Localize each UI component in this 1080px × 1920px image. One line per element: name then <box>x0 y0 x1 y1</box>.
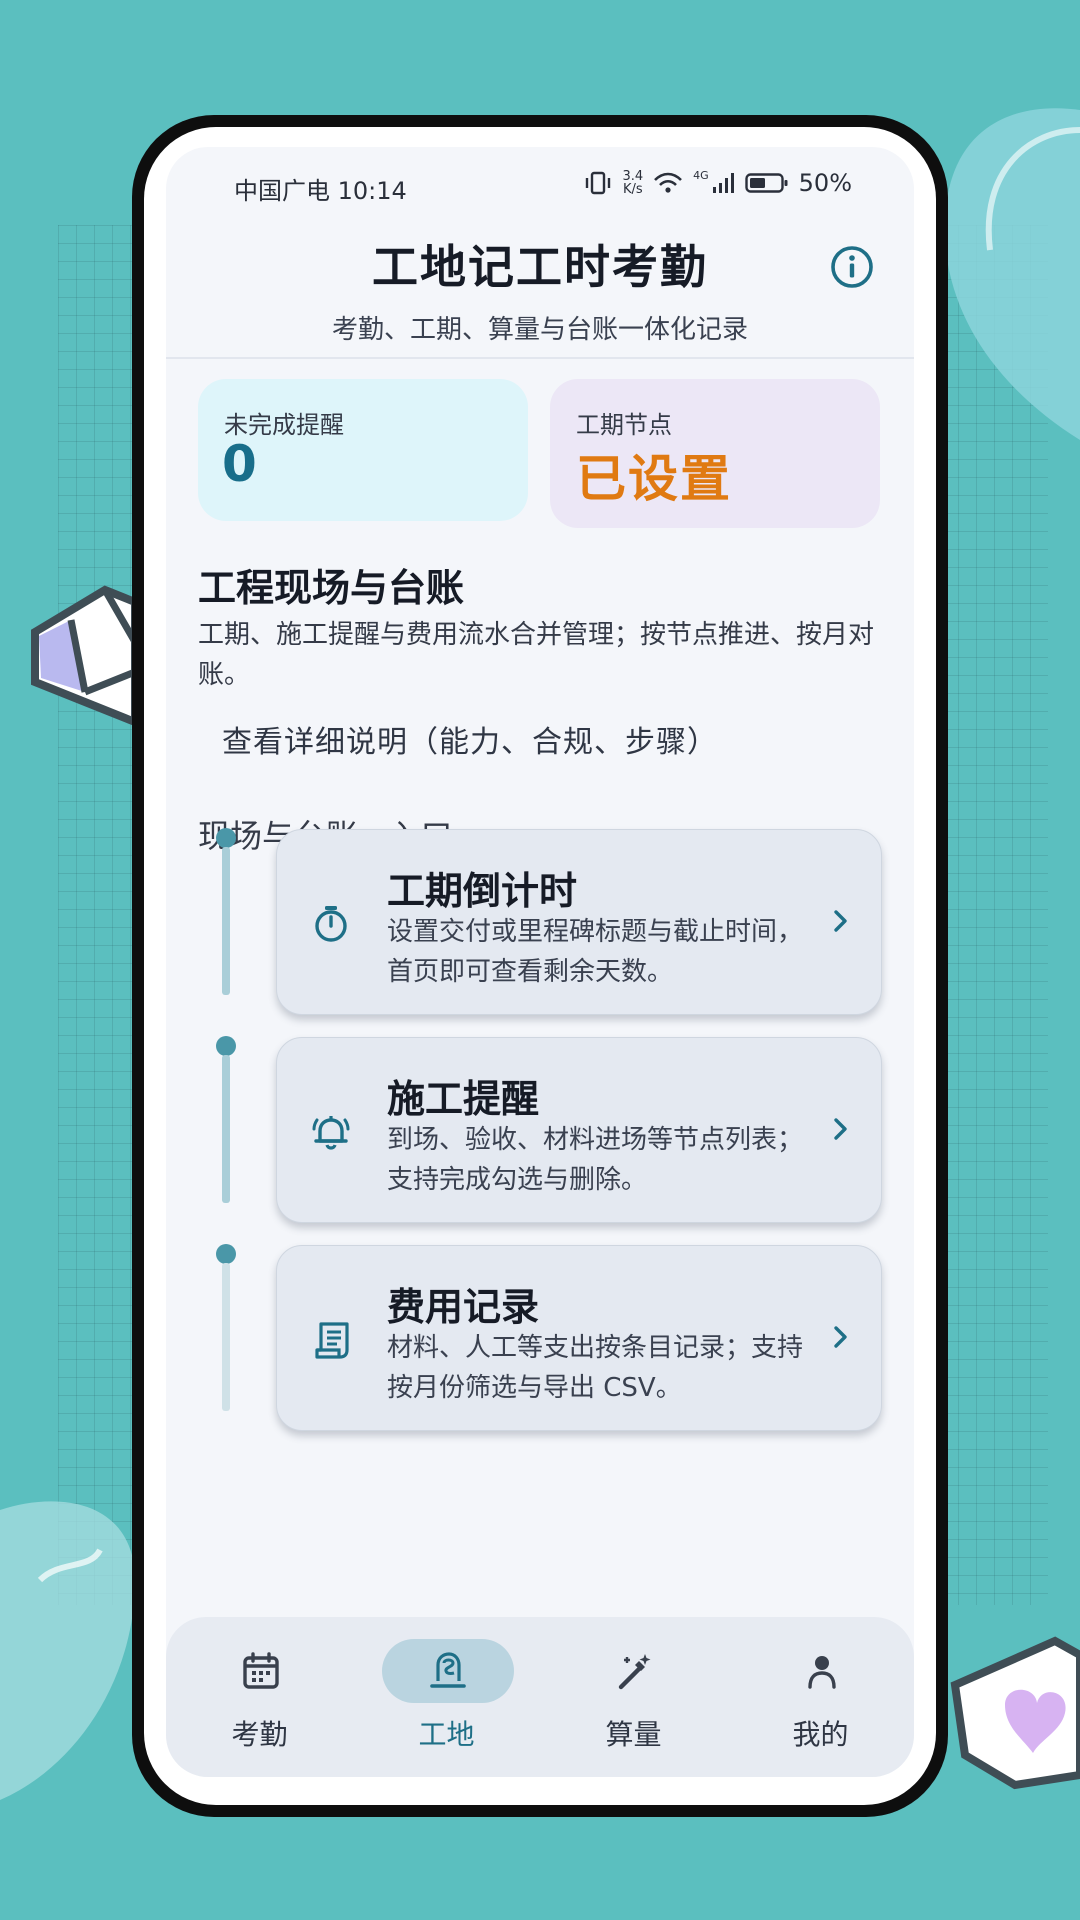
chevron-right-icon <box>834 910 847 932</box>
milestone-status-card[interactable]: 工期节点 已设置 <box>550 379 880 528</box>
stat-label: 工期节点 <box>576 411 672 439</box>
heart-bubble-decoration-left <box>0 1501 136 1800</box>
section-description: 工期、施工提醒与费用流水合并管理；按节点推进、按月对账。 <box>198 620 875 690</box>
phone-frame: 中国广电 10:14 3.4 K/s 4G 50% 工地记工时考勤 考勤、工期、… <box>132 115 948 1817</box>
entry-card-expense-records[interactable]: 费用记录 材料、人工等支出按条目记录；支持按月份筛选与导出 CSV。 <box>276 1245 882 1431</box>
vibrate-icon <box>586 171 611 195</box>
nav-tab-profile[interactable]: 我的 <box>727 1617 914 1777</box>
app-subtitle: 考勤、工期、算量与台账一体化记录 <box>331 315 748 345</box>
nav-label: 工地 <box>418 1718 475 1751</box>
calendar-icon <box>243 1652 279 1689</box>
timeline-line <box>222 1055 230 1203</box>
timeline-dot <box>216 1036 236 1056</box>
phone-bezel: 中国广电 10:14 3.4 K/s 4G 50% 工地记工时考勤 考勤、工期、… <box>144 127 936 1805</box>
bell-icon <box>312 1116 350 1150</box>
signal-icon <box>712 173 734 193</box>
entry-description: 设置交付或里程碑标题与截止时间，首页即可查看剩余天数。 <box>387 917 804 987</box>
entry-description: 到场、验收、材料进场等节点列表；支持完成勾选与删除。 <box>387 1125 804 1195</box>
timeline-dot <box>216 1244 236 1264</box>
entry-title: 工期倒计时 <box>387 869 578 913</box>
timeline-dot <box>216 828 236 848</box>
stat-value: 已设置 <box>576 450 732 508</box>
chevron-right-icon <box>834 1326 847 1348</box>
timer-icon <box>315 906 347 942</box>
view-details-link[interactable]: 查看详细说明（能力、合规、步骤） <box>222 717 718 761</box>
timeline-line <box>222 1263 230 1411</box>
photo-heart-decoration <box>950 1636 1080 1790</box>
bottom-navigation: 考勤 工地 算量 我的 <box>166 1617 914 1777</box>
nav-label: 算量 <box>605 1718 662 1751</box>
receipt-icon <box>315 1322 349 1359</box>
network-speed: 3.4 K/s <box>622 169 644 197</box>
nav-label: 考勤 <box>231 1718 288 1751</box>
entry-description: 材料、人工等支出按条目记录；支持按月份筛选与导出 CSV。 <box>387 1333 804 1403</box>
chevron-right-icon <box>834 1118 847 1140</box>
helmet-icon <box>430 1652 466 1688</box>
entry-title: 施工提醒 <box>387 1077 540 1121</box>
info-icon[interactable] <box>829 244 875 290</box>
person-icon <box>808 1656 836 1689</box>
app-screen: 中国广电 10:14 3.4 K/s 4G 50% 工地记工时考勤 考勤、工期、… <box>166 147 914 1777</box>
battery-level: 50% <box>798 169 852 197</box>
nav-tab-site[interactable]: 工地 <box>353 1617 540 1777</box>
stat-value: 0 <box>222 435 257 493</box>
wifi-icon <box>654 172 683 193</box>
timeline-line <box>222 847 230 995</box>
nav-label: 我的 <box>792 1718 849 1751</box>
carrier-time: 中国广电 10:14 <box>234 177 407 205</box>
pending-reminders-card[interactable]: 未完成提醒 0 <box>198 379 528 521</box>
status-bar: 中国广电 10:14 3.4 K/s 4G 50% <box>166 147 914 219</box>
nav-tab-quantity[interactable]: 算量 <box>540 1617 727 1777</box>
header-divider <box>166 357 914 359</box>
magic-pen-icon <box>618 1654 651 1690</box>
entry-card-schedule-countdown[interactable]: 工期倒计时 设置交付或里程碑标题与截止时间，首页即可查看剩余天数。 <box>276 829 882 1015</box>
nav-tab-attendance[interactable]: 考勤 <box>166 1617 353 1777</box>
entry-title: 费用记录 <box>387 1285 540 1329</box>
heart-bubble-decoration <box>944 108 1080 441</box>
app-title: 工地记工时考勤 <box>372 240 708 294</box>
network-type: 4G <box>693 168 709 182</box>
gem-decoration <box>31 585 135 727</box>
battery-icon <box>744 173 788 193</box>
entry-card-construction-reminders[interactable]: 施工提醒 到场、验收、材料进场等节点列表；支持完成勾选与删除。 <box>276 1037 882 1223</box>
status-icons: 3.4 K/s 4G 50% <box>584 169 852 197</box>
section-title: 工程现场与台账 <box>198 566 465 610</box>
